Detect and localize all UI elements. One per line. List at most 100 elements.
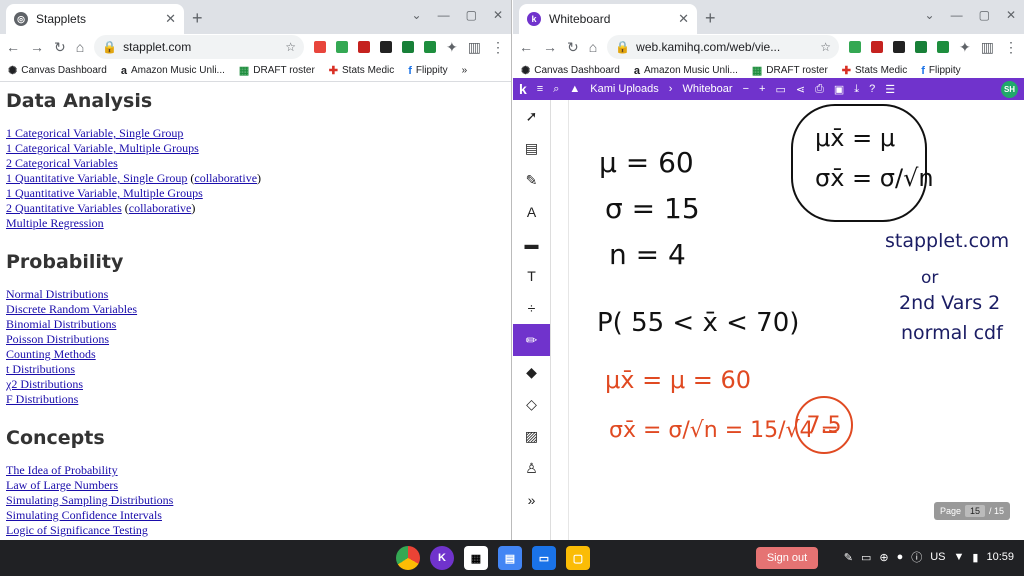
markup-tool-icon[interactable]: A bbox=[513, 196, 550, 228]
link-item[interactable]: 1 Categorical Variable, Single Group bbox=[6, 126, 511, 141]
link-item[interactable]: Counting Methods bbox=[6, 347, 511, 362]
slides-icon[interactable]: ▢ bbox=[566, 546, 590, 570]
address-bar[interactable]: 🔒 web.kamihq.com/web/vie... ☆ bbox=[607, 35, 840, 59]
link-item[interactable]: The Idea of Probability bbox=[6, 463, 511, 478]
link-item[interactable]: Simulating Sampling Distributions bbox=[6, 493, 511, 508]
extension-icon[interactable] bbox=[336, 41, 349, 53]
minimize-icon[interactable]: — bbox=[438, 8, 450, 22]
bookmark-statsmedic[interactable]: ✚ Stats Medic bbox=[329, 64, 394, 77]
link-item[interactable]: Law of Large Numbers bbox=[6, 478, 511, 493]
close-icon[interactable]: ✕ bbox=[165, 11, 176, 27]
page-number-input[interactable]: 15 bbox=[964, 505, 985, 517]
bookmark-statsmedic[interactable]: ✚ Stats Medic bbox=[842, 64, 907, 77]
files-icon[interactable]: ▭ bbox=[532, 546, 556, 570]
link-item[interactable]: 1 Quantitative Variable, Multiple Groups bbox=[6, 186, 511, 201]
new-tab-icon[interactable]: + bbox=[192, 8, 203, 29]
tab-whiteboard[interactable]: k Whiteboard ✕ bbox=[519, 4, 697, 34]
bookmark-roster[interactable]: ▦ DRAFT roster bbox=[239, 64, 315, 77]
chevron-down-icon[interactable]: ⌄ bbox=[412, 8, 422, 22]
back-icon[interactable]: ← bbox=[6, 39, 20, 55]
collaborative-link[interactable]: collaborative bbox=[194, 171, 257, 185]
reload-icon[interactable]: ↻ bbox=[567, 39, 579, 56]
maximize-icon[interactable]: ▢ bbox=[979, 8, 990, 22]
reload-icon[interactable]: ↻ bbox=[54, 39, 66, 56]
breadcrumb-doc[interactable]: Whiteboar bbox=[682, 83, 732, 95]
link-item[interactable]: Simulating Confidence Intervals bbox=[6, 508, 511, 523]
open-folder-icon[interactable]: ▭ bbox=[775, 83, 785, 96]
close-window-icon[interactable]: ✕ bbox=[1006, 8, 1016, 22]
expand-tools-icon[interactable]: » bbox=[513, 484, 550, 516]
avatar[interactable]: SH bbox=[1001, 80, 1018, 98]
record-icon[interactable]: ● bbox=[897, 551, 904, 563]
eraser-tool-icon[interactable]: ◇ bbox=[513, 388, 550, 420]
link-item[interactable]: 1 Categorical Variable, Multiple Groups bbox=[6, 141, 511, 156]
docs-icon[interactable]: ▤ bbox=[498, 546, 522, 570]
bookmark-amazon[interactable]: a Amazon Music Unli... bbox=[634, 65, 738, 77]
link-item[interactable]: t Distributions bbox=[6, 362, 511, 377]
extension-icon[interactable] bbox=[314, 41, 327, 53]
search-icon[interactable]: ⌕ bbox=[553, 83, 559, 96]
extension-icon[interactable] bbox=[915, 41, 928, 53]
sign-out-button[interactable]: Sign out bbox=[756, 547, 818, 569]
forward-icon[interactable]: → bbox=[30, 39, 44, 55]
breadcrumb-uploads[interactable]: Kami Uploads bbox=[590, 83, 658, 95]
extension-icon[interactable] bbox=[358, 41, 371, 53]
more-bookmarks-icon[interactable]: » bbox=[462, 65, 468, 76]
zoom-in-icon[interactable]: + bbox=[759, 83, 765, 95]
home-icon[interactable]: ⌂ bbox=[76, 39, 84, 55]
download-icon[interactable]: ⤓ bbox=[854, 83, 859, 96]
menu-icon[interactable]: ⋮ bbox=[491, 39, 505, 56]
address-bar[interactable]: 🔒 stapplet.com ☆ bbox=[94, 35, 305, 59]
chrome-icon[interactable] bbox=[396, 546, 420, 570]
zoom-out-icon[interactable]: − bbox=[743, 83, 749, 95]
link-item[interactable]: Poisson Distributions bbox=[6, 332, 511, 347]
extension-icon[interactable] bbox=[849, 41, 862, 53]
extension-icon[interactable] bbox=[402, 41, 415, 53]
star-icon[interactable]: ☆ bbox=[285, 40, 296, 54]
forward-icon[interactable]: → bbox=[543, 39, 557, 55]
back-icon[interactable]: ← bbox=[519, 39, 533, 55]
maximize-icon[interactable]: ▢ bbox=[466, 8, 477, 22]
new-tab-icon[interactable]: + bbox=[705, 8, 716, 29]
bookmark-canvas[interactable]: ✺ Canvas Dashboard bbox=[521, 64, 620, 77]
collaborative-link[interactable]: collaborative bbox=[129, 201, 192, 215]
close-window-icon[interactable]: ✕ bbox=[493, 8, 503, 22]
minimize-icon[interactable]: — bbox=[951, 8, 963, 22]
puzzle-icon[interactable]: ✦ bbox=[959, 39, 971, 56]
qr-icon[interactable] bbox=[893, 41, 906, 53]
close-icon[interactable]: ✕ bbox=[678, 11, 689, 27]
hamburger-icon[interactable]: ≡ bbox=[537, 83, 543, 95]
screen-capture-icon[interactable]: ▭ bbox=[861, 551, 871, 564]
select-tool-icon[interactable]: ➚ bbox=[513, 100, 550, 132]
chevron-down-icon[interactable]: ⌄ bbox=[925, 8, 935, 22]
extension-icon[interactable] bbox=[424, 41, 437, 53]
link-item[interactable]: Normal Distributions bbox=[6, 287, 511, 302]
star-icon[interactable]: ☆ bbox=[820, 40, 831, 54]
bookmark-canvas[interactable]: ✺ Canvas Dashboard bbox=[8, 64, 107, 77]
drawing-tool-icon[interactable]: ✏ bbox=[513, 324, 550, 356]
save-icon[interactable]: ▣ bbox=[834, 83, 844, 96]
bookmark-flippity[interactable]: f Flippity bbox=[921, 65, 960, 77]
menu-icon[interactable]: ☰ bbox=[885, 83, 895, 96]
sidepanel-icon[interactable]: ▥ bbox=[981, 39, 994, 56]
image-tool-icon[interactable]: ▨ bbox=[513, 420, 550, 452]
sidepanel-icon[interactable]: ▥ bbox=[468, 39, 481, 56]
signature-tool-icon[interactable]: ♙ bbox=[513, 452, 550, 484]
link-item[interactable]: Multiple Regression bbox=[6, 216, 511, 231]
text-tool-icon[interactable]: T bbox=[513, 260, 550, 292]
stylus-icon[interactable]: ✎ bbox=[844, 551, 853, 564]
link-item[interactable]: 1 Quantitative Variable, Single Group bbox=[6, 171, 187, 185]
comment-tool-icon[interactable]: ▬ bbox=[513, 228, 550, 260]
bookmark-roster[interactable]: ▦ DRAFT roster bbox=[752, 64, 828, 77]
link-item[interactable]: Discrete Random Variables bbox=[6, 302, 511, 317]
whiteboard-canvas[interactable]: μ = 60 σ = 15 n = 4 P( 55 < x̄ < 70) μx̄… bbox=[568, 100, 1024, 540]
print-icon[interactable]: ⎙ bbox=[815, 83, 824, 96]
tab-stapplets[interactable]: ◎ Stapplets ✕ bbox=[6, 4, 184, 34]
home-icon[interactable]: ⌂ bbox=[589, 39, 597, 55]
help-icon[interactable]: ? bbox=[869, 83, 875, 95]
link-item[interactable]: 2 Quantitative Variables bbox=[6, 201, 122, 215]
equation-tool-icon[interactable]: ÷ bbox=[513, 292, 550, 324]
system-tray[interactable]: ✎ ▭ ⊕ ● ⓘ US ▼ ▮ 10:59 bbox=[844, 549, 1014, 565]
kami-logo-icon[interactable]: k bbox=[519, 81, 527, 97]
link-item[interactable]: 2 Categorical Variables bbox=[6, 156, 511, 171]
